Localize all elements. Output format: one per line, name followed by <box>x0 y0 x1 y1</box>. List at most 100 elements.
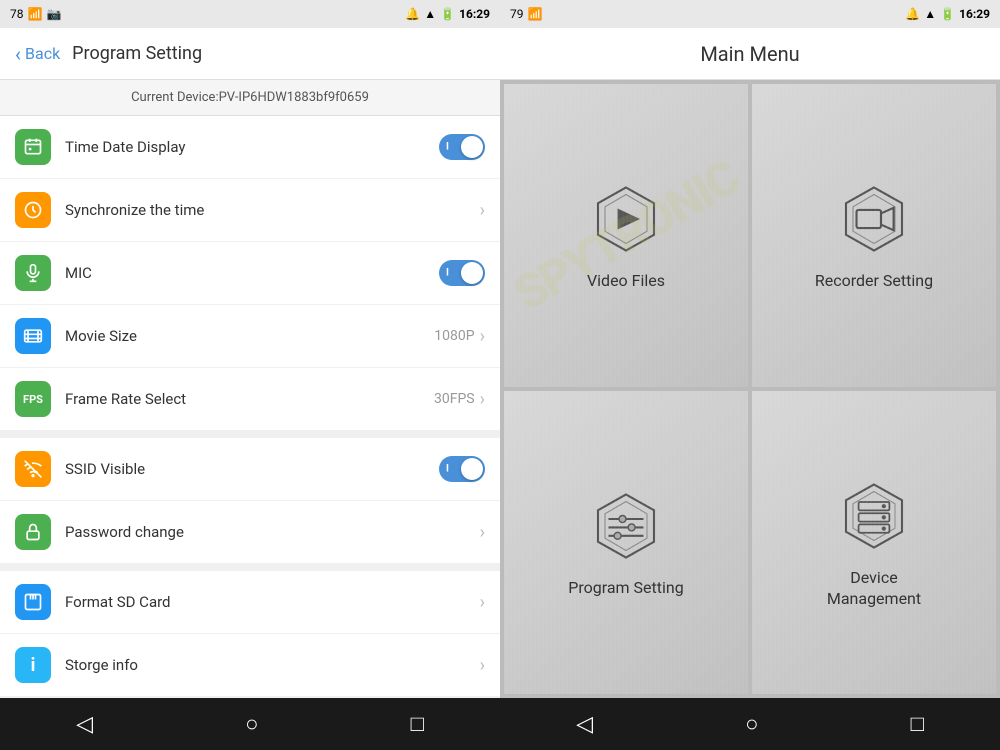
left-alarm-icon: 🔔 <box>405 7 420 21</box>
password-item[interactable]: Password change › <box>0 501 500 563</box>
mic-icon <box>15 255 51 291</box>
video-files-cell[interactable]: SPYTRONIC Video Files <box>504 84 748 387</box>
settings-group-1: Time Date Display I Synchronize the time… <box>0 116 500 430</box>
program-setting-cell[interactable]: Program Setting <box>504 391 748 694</box>
sd-icon <box>15 584 51 620</box>
format-sd-label: Format SD Card <box>65 593 480 611</box>
left-camera-icon: 📷 <box>46 7 61 21</box>
device-label: Current Device:PV-IP6HDW1883bf9f0659 <box>131 90 369 105</box>
movie-size-chevron: › <box>480 326 485 347</box>
fps-icon: FPS <box>15 381 51 417</box>
mic-item[interactable]: MIC I <box>0 242 500 305</box>
right-nav-bar: ◁ ○ □ <box>500 698 1000 750</box>
video-files-label: Video Files <box>587 271 665 292</box>
video-files-icon-wrapper <box>586 179 666 259</box>
program-label: Program Setting <box>568 578 683 599</box>
left-home-nav[interactable]: ○ <box>245 711 258 737</box>
sync-time-item[interactable]: Synchronize the time › <box>0 179 500 242</box>
calendar-icon <box>15 129 51 165</box>
sync-time-chevron: › <box>480 200 485 221</box>
password-label: Password change <box>65 523 480 541</box>
left-status-bar: 78 📶 📷 🔔 ▲ 🔋 16:29 <box>0 0 500 28</box>
left-battery-icon: 🔋 <box>440 7 455 21</box>
toggle-on-label: I <box>446 142 449 153</box>
time-date-item[interactable]: Time Date Display I <box>0 116 500 179</box>
left-status-right: 🔔 ▲ 🔋 16:29 <box>405 7 490 21</box>
left-panel: 78 📶 📷 🔔 ▲ 🔋 16:29 ‹ Back Program Settin… <box>0 0 500 750</box>
storage-item[interactable]: i Storge info › <box>0 634 500 696</box>
frame-rate-value: 30FPS <box>434 391 475 407</box>
clock-icon <box>15 192 51 228</box>
back-chevron-icon: ‹ <box>15 42 21 66</box>
left-wifi-icon: ▲ <box>424 7 436 21</box>
storage-label: Storge info <box>65 656 480 674</box>
menu-grid: SPYTRONIC Video Files <box>500 80 1000 698</box>
right-signal-icon: 📶 <box>528 7 543 21</box>
right-status-left: 79 📶 <box>510 7 542 21</box>
right-back-nav[interactable]: ◁ <box>576 712 593 737</box>
program-hex-icon <box>591 491 661 561</box>
main-menu-title: Main Menu <box>700 42 799 66</box>
device-hex-icon <box>839 481 909 551</box>
back-button[interactable]: ‹ Back <box>15 42 60 66</box>
time-date-toggle[interactable]: I <box>439 134 485 160</box>
format-sd-chevron: › <box>480 592 485 613</box>
recorder-hex-icon <box>839 184 909 254</box>
right-recent-nav[interactable]: □ <box>911 711 924 737</box>
device-label: DeviceManagement <box>827 568 921 610</box>
mic-toggle-label: I <box>446 268 449 279</box>
watermark: SPYTRONIC <box>504 149 748 323</box>
ssid-toggle[interactable]: I <box>439 456 485 482</box>
ssid-label: SSID Visible <box>65 460 439 478</box>
frame-rate-chevron: › <box>480 389 485 410</box>
film-icon <box>15 318 51 354</box>
info-icon: i <box>15 647 51 683</box>
storage-chevron: › <box>480 655 485 676</box>
lock-icon <box>15 514 51 550</box>
format-sd-item[interactable]: Format SD Card › <box>0 571 500 634</box>
frame-rate-item[interactable]: FPS Frame Rate Select 30FPS › <box>0 368 500 430</box>
main-menu-title-bar: Main Menu <box>500 28 1000 80</box>
device-bar: Current Device:PV-IP6HDW1883bf9f0659 <box>0 80 500 116</box>
left-signal-icon: 📶 <box>28 7 43 21</box>
settings-group-2: SSID Visible I Password change › <box>0 438 500 563</box>
mic-toggle[interactable]: I <box>439 260 485 286</box>
recorder-setting-cell[interactable]: Recorder Setting <box>752 84 996 387</box>
program-icon-wrapper <box>586 486 666 566</box>
right-time: 16:29 <box>959 7 990 21</box>
settings-list: Time Date Display I Synchronize the time… <box>0 116 500 698</box>
left-nav-bar: ◁ ○ □ <box>0 698 500 750</box>
right-panel: 79 📶 🔔 ▲ 🔋 16:29 Main Menu SPYTRONIC Vid <box>500 0 1000 750</box>
left-time: 16:29 <box>459 7 490 21</box>
back-label[interactable]: Back <box>25 44 60 63</box>
page-title: Program Setting <box>72 43 202 64</box>
movie-size-value: 1080P <box>434 328 474 344</box>
left-back-nav[interactable]: ◁ <box>76 712 93 737</box>
right-status-num: 79 <box>510 7 524 21</box>
recorder-icon-wrapper <box>834 179 914 259</box>
left-recent-nav[interactable]: □ <box>411 711 424 737</box>
left-status-icons: 78 📶 📷 <box>10 7 61 21</box>
device-icon-wrapper <box>834 476 914 556</box>
video-files-hex-icon <box>591 184 661 254</box>
mic-label: MIC <box>65 264 439 282</box>
ssid-toggle-label: I <box>446 464 449 475</box>
right-status-right: 🔔 ▲ 🔋 16:29 <box>905 7 990 21</box>
right-wifi-icon: ▲ <box>924 7 936 21</box>
right-alarm-icon: 🔔 <box>905 7 920 21</box>
left-top-bar: ‹ Back Program Setting <box>0 28 500 80</box>
ssid-item[interactable]: SSID Visible I <box>0 438 500 501</box>
password-chevron: › <box>480 522 485 543</box>
frame-rate-label: Frame Rate Select <box>65 390 434 408</box>
recorder-label: Recorder Setting <box>815 271 933 292</box>
left-status-num: 78 <box>10 7 24 21</box>
right-status-bar: 79 📶 🔔 ▲ 🔋 16:29 <box>500 0 1000 28</box>
device-management-cell[interactable]: DeviceManagement <box>752 391 996 694</box>
sync-time-label: Synchronize the time <box>65 201 480 219</box>
time-date-label: Time Date Display <box>65 138 439 156</box>
wifi-slash-icon <box>15 451 51 487</box>
movie-size-label: Movie Size <box>65 327 434 345</box>
movie-size-item[interactable]: Movie Size 1080P › <box>0 305 500 368</box>
right-battery-icon: 🔋 <box>940 7 955 21</box>
right-home-nav[interactable]: ○ <box>745 711 758 737</box>
